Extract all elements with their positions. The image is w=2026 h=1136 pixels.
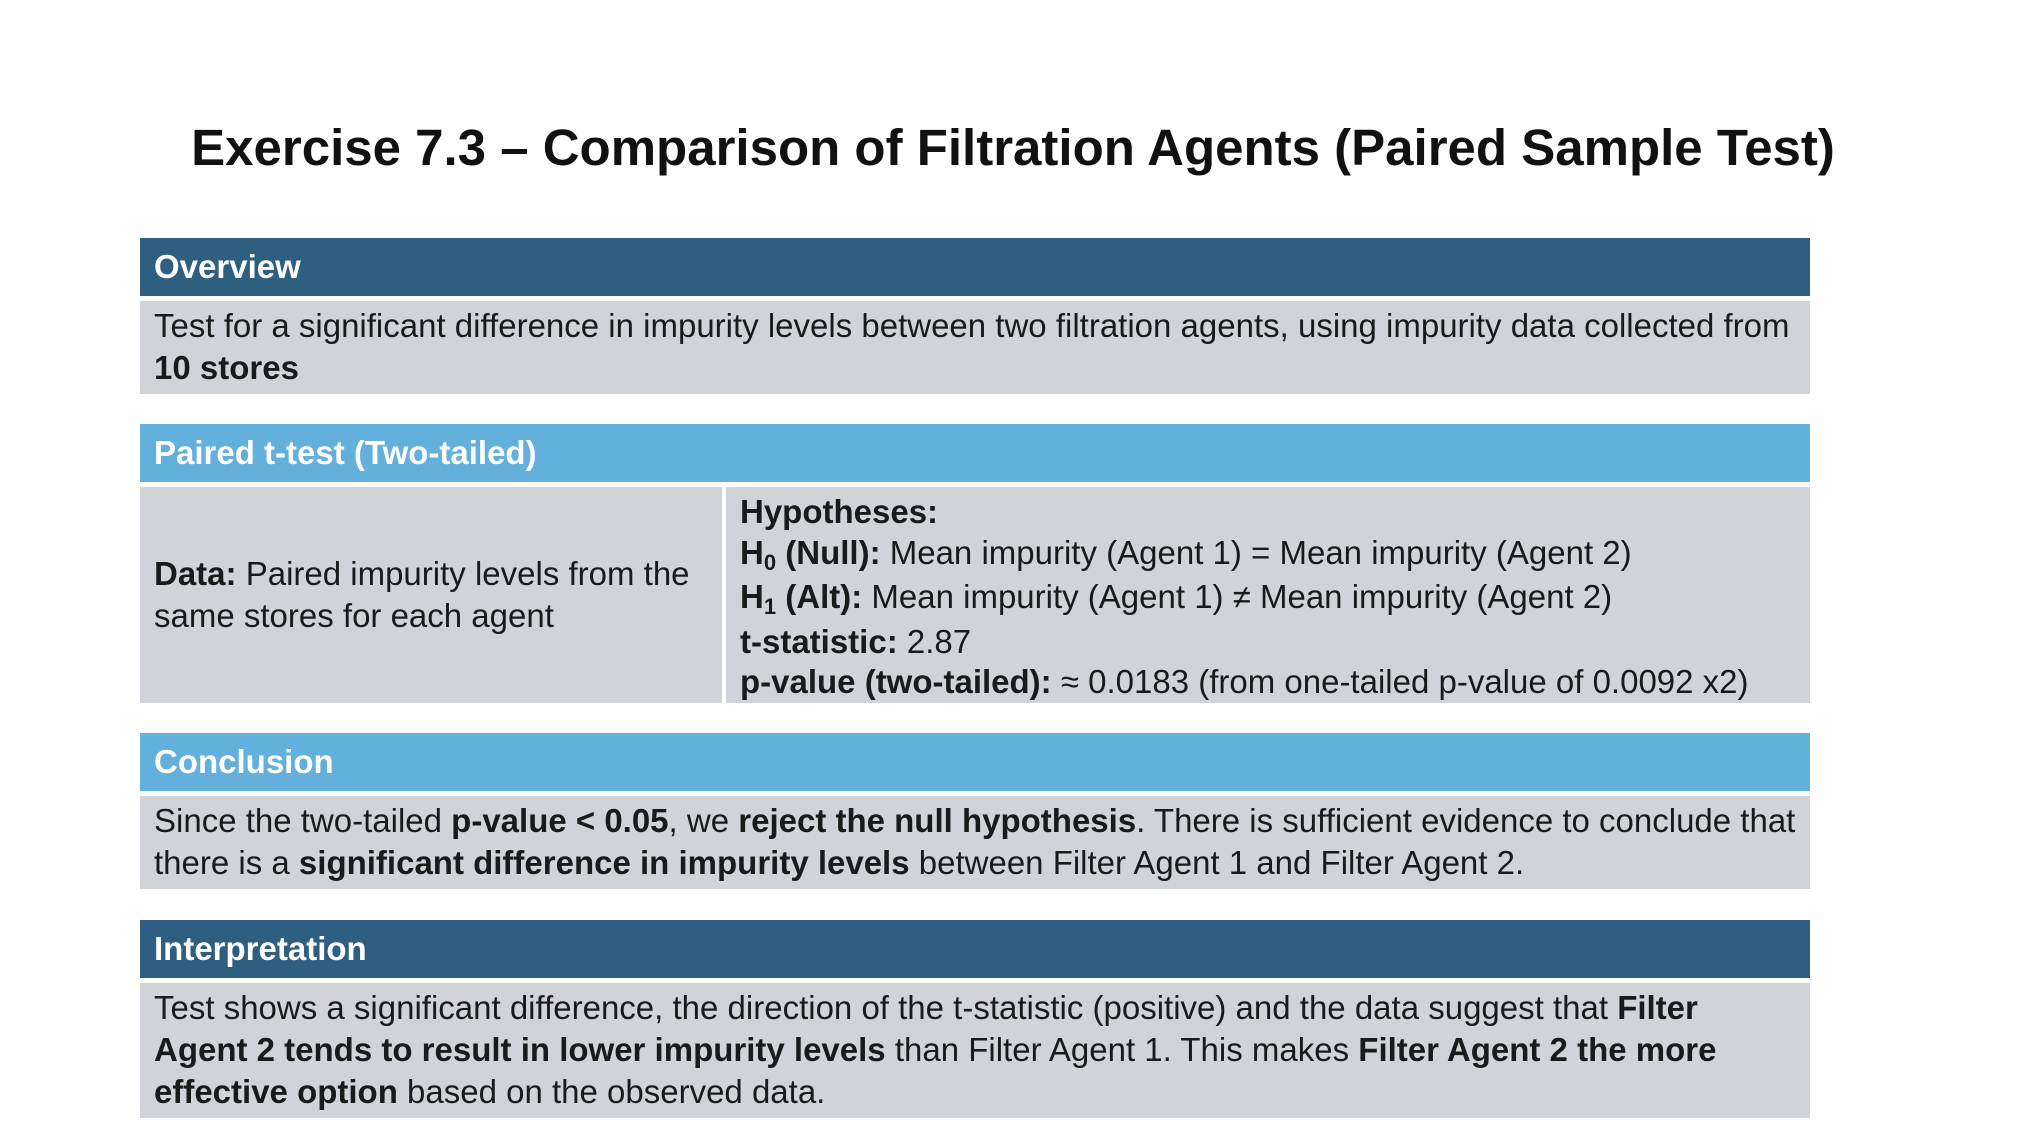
h1-subscript: 1 [763, 594, 777, 619]
h0-symbol: H [740, 533, 764, 571]
conclusion-text: Since the two-tailed [154, 802, 452, 839]
conclusion-p-threshold: p-value < 0.05 [451, 802, 669, 839]
h1-text: Mean impurity (Agent 1) ≠ Mean impurity … [862, 578, 1613, 615]
conclusion-text: between Filter Agent 1 and Filter Agent … [909, 844, 1525, 881]
p-value-text: ≈ 0.0183 (from one-tailed p-value of 0.0… [1051, 663, 1749, 700]
paired-test-header: Paired t-test (Two-tailed) [140, 424, 1810, 482]
alt-hypothesis: H1 (Alt): Mean impurity (Agent 1) ≠ Mean… [740, 577, 1796, 622]
conclusion-text: , we [668, 802, 739, 839]
data-cell: Data: Paired impurity levels from the sa… [140, 487, 722, 703]
paired-test-section: Paired t-test (Two-tailed) Data: Paired … [140, 424, 1810, 703]
overview-text: Test for a significant difference in imp… [154, 307, 1790, 344]
p-value: p-value (two-tailed): ≈ 0.0183 (from one… [740, 662, 1796, 703]
interpretation-text: based on the observed data. [397, 1073, 826, 1110]
conclusion-body: Since the two-tailed p-value < 0.05, we … [140, 796, 1810, 889]
hypotheses-label: Hypotheses: [740, 493, 939, 530]
h0-subscript: 0 [763, 549, 777, 575]
h1-symbol: H [740, 578, 764, 615]
overview-section: Overview Test for a significant differen… [140, 238, 1810, 394]
interpretation-section: Interpretation Test shows a significant … [140, 920, 1810, 1118]
t-statistic-label: t-statistic: [740, 622, 898, 660]
paired-test-body: Data: Paired impurity levels from the sa… [140, 487, 1810, 703]
interpretation-body: Test shows a significant difference, the… [140, 983, 1810, 1118]
conclusion-finding: significant difference in impurity level… [298, 844, 910, 881]
data-label: Data: [154, 555, 237, 592]
h0-label: (Null): [776, 533, 881, 571]
conclusion-decision: reject the null hypothesis [738, 802, 1137, 839]
page-title: Exercise 7.3 – Comparison of Filtration … [191, 119, 1835, 176]
interpretation-text: than Filter Agent 1. This makes [885, 1031, 1359, 1068]
interpretation-text: Test shows a significant difference, the… [154, 989, 1618, 1026]
h0-text: Mean impurity (Agent 1) = Mean impurity … [880, 533, 1632, 571]
h1-label: (Alt): [776, 578, 863, 615]
null-hypothesis: H0 (Null): Mean impurity (Agent 1) = Mea… [740, 533, 1796, 578]
interpretation-header: Interpretation [140, 920, 1810, 978]
conclusion-header: Conclusion [140, 733, 1810, 791]
overview-body: Test for a significant difference in imp… [140, 301, 1810, 394]
t-statistic-value: 2.87 [897, 622, 972, 660]
t-statistic: t-statistic: 2.87 [740, 622, 1796, 663]
conclusion-section: Conclusion Since the two-tailed p-value … [140, 733, 1810, 889]
p-value-label: p-value (two-tailed): [740, 663, 1052, 700]
overview-stores-count: 10 stores [154, 349, 299, 386]
hypotheses-cell: Hypotheses: H0 (Null): Mean impurity (Ag… [726, 487, 1810, 703]
overview-header: Overview [140, 238, 1810, 296]
